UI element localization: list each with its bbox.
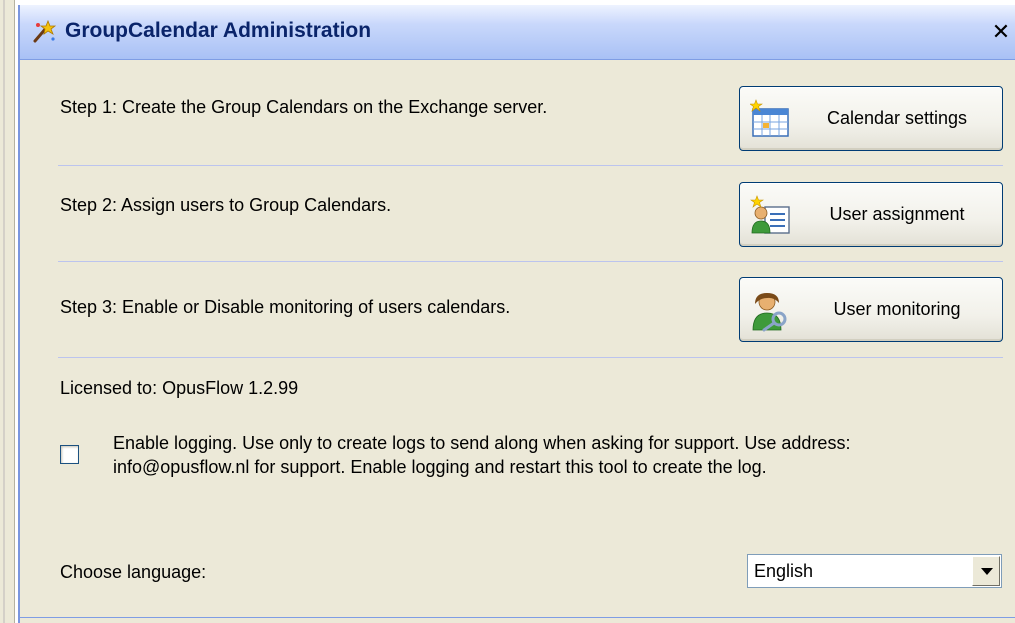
logging-description: Enable logging. Use only to create logs …	[113, 431, 1003, 479]
window-bottom-edge	[20, 617, 1015, 618]
language-select-value: English	[754, 561, 814, 581]
window-edge	[0, 0, 15, 623]
language-label: Choose language:	[60, 562, 207, 582]
step-3-text: Step 3: Enable or Disable monitoring of …	[60, 297, 511, 317]
step-1-text: Step 1: Create the Group Calendars on th…	[60, 97, 548, 117]
dropdown-arrow-icon[interactable]	[972, 556, 1000, 586]
calendar-settings-label: Calendar settings	[826, 108, 968, 128]
wizard-wand-icon	[33, 19, 56, 43]
user-assignment-button[interactable]: User assignment	[739, 182, 1003, 247]
logging-line-1: Enable logging. Use only to create logs …	[113, 433, 851, 453]
user-key-icon	[752, 293, 787, 332]
license-text: Licensed to: OpusFlow 1.2.99	[60, 378, 299, 398]
language-select[interactable]: English	[747, 554, 1002, 588]
user-monitoring-button[interactable]: User monitoring	[739, 277, 1003, 342]
window-title: GroupCalendar Administration	[65, 19, 372, 42]
step-2-text: Step 2: Assign users to Group Calendars.	[60, 195, 392, 215]
title-bar[interactable]: GroupCalendar Administration ✕	[20, 5, 1015, 60]
admin-dialog: GroupCalendar Administration ✕ Step 1: C…	[18, 5, 1015, 623]
user-card-icon	[750, 195, 790, 234]
separator	[58, 261, 1003, 262]
separator	[58, 165, 1003, 166]
separator	[58, 357, 1003, 358]
calendar-settings-button[interactable]: Calendar settings	[739, 86, 1003, 151]
user-assignment-label: User assignment	[829, 204, 965, 224]
user-monitoring-label: User monitoring	[833, 299, 961, 319]
close-button[interactable]: ✕	[989, 21, 1013, 45]
calendar-table-icon	[750, 99, 789, 137]
close-icon: ✕	[991, 20, 1011, 45]
logging-line-2: info@opusflow.nl for support. Enable log…	[113, 457, 767, 477]
enable-logging-checkbox[interactable]	[60, 445, 79, 464]
